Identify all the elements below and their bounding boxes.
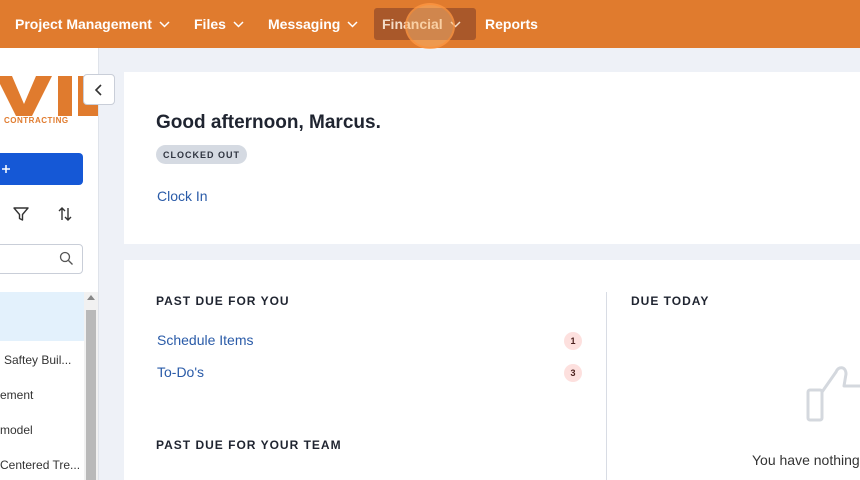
greeting-card: Good afternoon, Marcus. CLOCKED OUT Cloc… xyxy=(124,72,860,244)
new-button[interactable] xyxy=(0,153,83,185)
list-item-label: Centered Tre... xyxy=(0,458,81,472)
nav-reports[interactable]: Reports xyxy=(477,8,546,40)
plus-icon xyxy=(2,165,10,173)
past-due-you-heading: PAST DUE FOR YOU xyxy=(156,294,290,308)
list-item[interactable]: ement xyxy=(0,378,84,412)
filter-icon[interactable] xyxy=(11,204,31,224)
sidebar: CONTRACTING Saftey Buil... ement model C… xyxy=(0,48,99,480)
scrollbar[interactable] xyxy=(84,292,98,480)
tasks-card: PAST DUE FOR YOU Schedule Items 1 To-Do'… xyxy=(124,260,860,480)
list-item-label: ement xyxy=(0,388,34,402)
past-due-team-heading: PAST DUE FOR YOUR TEAM xyxy=(156,438,342,452)
greeting-title: Good afternoon, Marcus. xyxy=(156,112,381,133)
chevron-down-icon xyxy=(450,20,461,28)
scroll-up-arrow[interactable] xyxy=(87,295,95,300)
status-badge: CLOCKED OUT xyxy=(156,145,247,164)
logo-tagline: CONTRACTING xyxy=(4,116,69,125)
list-item[interactable]: Saftey Buil... xyxy=(4,343,88,377)
column-divider xyxy=(606,292,607,480)
count-badge: 3 xyxy=(564,364,582,382)
nav-project-management[interactable]: Project Management xyxy=(7,8,178,40)
collapse-sidebar-button[interactable] xyxy=(83,74,115,105)
search-input[interactable] xyxy=(0,244,83,274)
nav-label: Files xyxy=(194,16,226,32)
empty-state-text: You have nothing xyxy=(752,452,860,468)
nav-label: Financial xyxy=(382,16,443,32)
count-badge: 1 xyxy=(564,332,582,350)
nav-messaging[interactable]: Messaging xyxy=(260,8,366,40)
nav-label: Project Management xyxy=(15,16,152,32)
nav-label: Reports xyxy=(485,16,538,32)
schedule-items-link[interactable]: Schedule Items xyxy=(157,332,254,348)
sort-icon[interactable] xyxy=(55,204,75,224)
search-icon xyxy=(59,251,74,271)
chevron-left-icon xyxy=(94,83,102,96)
chevron-down-icon xyxy=(347,20,358,28)
nav-financial[interactable]: Financial xyxy=(374,8,476,40)
todos-link[interactable]: To-Do's xyxy=(157,364,204,380)
due-today-heading: DUE TODAY xyxy=(631,294,710,308)
top-nav: Project Management Files Messaging Finan… xyxy=(0,0,860,49)
thumbs-up-icon xyxy=(806,360,860,429)
job-list: Saftey Buil... ement model Centered Tre.… xyxy=(0,292,84,480)
list-item-label: Saftey Buil... xyxy=(4,353,72,367)
nav-files[interactable]: Files xyxy=(186,8,252,40)
scrollbar-thumb[interactable] xyxy=(86,310,96,480)
list-item[interactable]: Centered Tre... xyxy=(0,448,84,480)
clock-in-link[interactable]: Clock In xyxy=(157,188,208,204)
list-item[interactable] xyxy=(0,292,84,341)
nav-label: Messaging xyxy=(268,16,341,32)
list-item[interactable]: model xyxy=(0,413,84,447)
chevron-down-icon xyxy=(233,20,244,28)
list-item-label: model xyxy=(0,423,33,437)
chevron-down-icon xyxy=(159,20,170,28)
